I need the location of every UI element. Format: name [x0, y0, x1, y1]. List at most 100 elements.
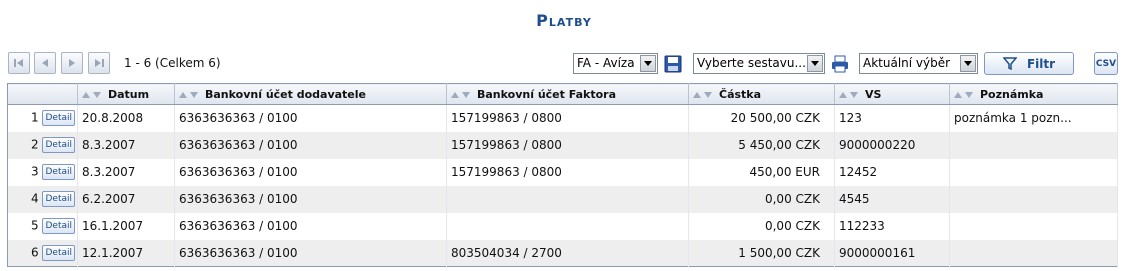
cell-supplier-account: 6363636363 / 0100 — [174, 239, 447, 267]
sort-icon — [451, 91, 470, 98]
table-row[interactable]: 5 Detail 16.1.2007 6363636363 / 0100 0,0… — [7, 212, 1118, 240]
table-row[interactable]: 4 Detail 6.2.2007 6363636363 / 0100 0,00… — [7, 185, 1118, 213]
cell-datum: 8.3.2007 — [77, 131, 175, 159]
cell-supplier-account: 6363636363 / 0100 — [174, 185, 447, 213]
toolbar: 1 - 6 (Celkem 6) FA - Avíza Vyberte sest… — [0, 52, 1128, 76]
row-number-cell: 1 Detail — [7, 104, 78, 132]
detail-button[interactable]: Detail — [42, 164, 75, 180]
table-row[interactable]: 3 Detail 8.3.2007 6363636363 / 0100 1571… — [7, 158, 1118, 186]
cell-datum: 16.1.2007 — [77, 212, 175, 240]
cell-supplier-account: 6363636363 / 0100 — [174, 212, 447, 240]
selection-select[interactable]: Aktuální výběr — [859, 53, 978, 74]
cell-supplier-account: 6363636363 / 0100 — [174, 104, 447, 132]
cell-amount: 5 450,00 CZK — [688, 131, 835, 159]
payments-grid: Datum Bankovní účet dodavatele Bankovní … — [7, 83, 1118, 267]
last-page-button[interactable] — [88, 52, 110, 74]
detail-button[interactable]: Detail — [42, 244, 75, 261]
sort-icon — [179, 91, 198, 98]
cell-amount: 450,00 EUR — [688, 158, 835, 186]
cell-datum: 20.8.2008 — [77, 104, 175, 132]
column-label: Poznámka — [980, 87, 1044, 101]
prev-page-icon — [42, 59, 48, 67]
cell-note — [949, 158, 1118, 186]
page-title: Platby — [536, 11, 592, 30]
row-number: 4 — [31, 191, 39, 206]
table-row[interactable]: 6 Detail 12.1.2007 6363636363 / 0100 803… — [7, 239, 1118, 267]
row-number-cell: 3 Detail — [7, 158, 78, 186]
save-view-button[interactable] — [662, 53, 684, 74]
cell-amount: 20 500,00 CZK — [688, 104, 835, 132]
prev-page-button[interactable] — [34, 52, 56, 74]
cell-note: poznámka 1 pozn... — [949, 104, 1118, 132]
printer-icon — [832, 55, 848, 72]
sort-icon — [82, 91, 101, 98]
sort-icon — [839, 91, 858, 98]
row-number-cell: 6 Detail — [7, 239, 78, 267]
column-label: Částka — [719, 87, 762, 101]
column-header-datum[interactable]: Datum — [77, 83, 175, 105]
cell-factor-account — [446, 185, 689, 213]
cell-supplier-account: 6363636363 / 0100 — [174, 131, 447, 159]
cell-factor-account: 157199863 / 0800 — [446, 131, 689, 159]
view-select-value: FA - Avíza — [577, 56, 635, 70]
cell-note — [949, 185, 1118, 213]
column-label: Datum — [108, 87, 150, 101]
cell-factor-account: 803504034 / 2700 — [446, 239, 689, 267]
detail-button[interactable]: Detail — [42, 110, 75, 127]
cell-supplier-account: 6363636363 / 0100 — [174, 158, 447, 186]
cell-vs: 9000000220 — [834, 131, 950, 159]
cell-factor-account — [446, 212, 689, 240]
last-page-icon — [95, 59, 104, 67]
column-header-factor-account[interactable]: Bankovní účet Faktora — [446, 83, 689, 105]
floppy-disk-icon — [664, 55, 682, 72]
csv-export-button[interactable]: CSV — [1094, 52, 1118, 75]
report-select[interactable]: Vyberte sestavu... — [693, 53, 825, 74]
first-page-button[interactable] — [8, 52, 30, 74]
pager-info: 1 - 6 (Celkem 6) — [124, 56, 221, 70]
cell-amount: 0,00 CZK — [688, 212, 835, 240]
row-number: 5 — [31, 218, 39, 233]
cell-amount: 1 500,00 CZK — [688, 239, 835, 267]
cell-note — [949, 239, 1118, 267]
cell-vs: 12452 — [834, 158, 950, 186]
cell-vs: 123 — [834, 104, 950, 132]
column-header-note[interactable]: Poznámka — [949, 83, 1118, 105]
cell-factor-account: 157199863 / 0800 — [446, 158, 689, 186]
column-header-vs[interactable]: VS — [834, 83, 950, 105]
cell-factor-account: 157199863 / 0800 — [446, 104, 689, 132]
filter-label: Filtr — [1026, 56, 1056, 71]
cell-vs: 112233 — [834, 212, 950, 240]
column-label: Bankovní účet dodavatele — [205, 87, 366, 101]
column-header-supplier-account[interactable]: Bankovní účet dodavatele — [174, 83, 447, 105]
row-number: 2 — [31, 137, 39, 152]
sort-icon — [693, 91, 712, 98]
detail-button[interactable]: Detail — [42, 191, 75, 207]
row-number-cell: 2 Detail — [7, 131, 78, 159]
report-select-value: Vyberte sestavu... — [697, 56, 806, 70]
row-number-cell: 4 Detail — [7, 185, 78, 213]
chevron-down-icon — [807, 55, 823, 72]
next-page-button[interactable] — [61, 52, 83, 74]
cell-vs: 9000000161 — [834, 239, 950, 267]
detail-button[interactable]: Detail — [42, 137, 75, 153]
cell-note — [949, 131, 1118, 159]
chevron-down-icon — [640, 55, 656, 72]
cell-datum: 8.3.2007 — [77, 158, 175, 186]
table-row[interactable]: 1 Detail 20.8.2008 6363636363 / 0100 157… — [7, 104, 1118, 132]
funnel-icon — [1002, 57, 1017, 70]
table-row[interactable]: 2 Detail 8.3.2007 6363636363 / 0100 1571… — [7, 131, 1118, 159]
column-label: Bankovní účet Faktora — [477, 87, 616, 101]
selection-select-value: Aktuální výběr — [863, 56, 951, 70]
filter-button[interactable]: Filtr — [984, 52, 1074, 75]
detail-button[interactable]: Detail — [42, 218, 75, 234]
print-button[interactable] — [829, 53, 851, 74]
column-label: VS — [865, 87, 882, 101]
cell-datum: 12.1.2007 — [77, 239, 175, 267]
column-header-amount[interactable]: Částka — [688, 83, 835, 105]
view-select[interactable]: FA - Avíza — [573, 53, 658, 74]
cell-datum: 6.2.2007 — [77, 185, 175, 213]
row-number: 1 — [31, 110, 39, 125]
row-number: 3 — [31, 164, 39, 179]
cell-amount: 0,00 CZK — [688, 185, 835, 213]
row-number-cell: 5 Detail — [7, 212, 78, 240]
